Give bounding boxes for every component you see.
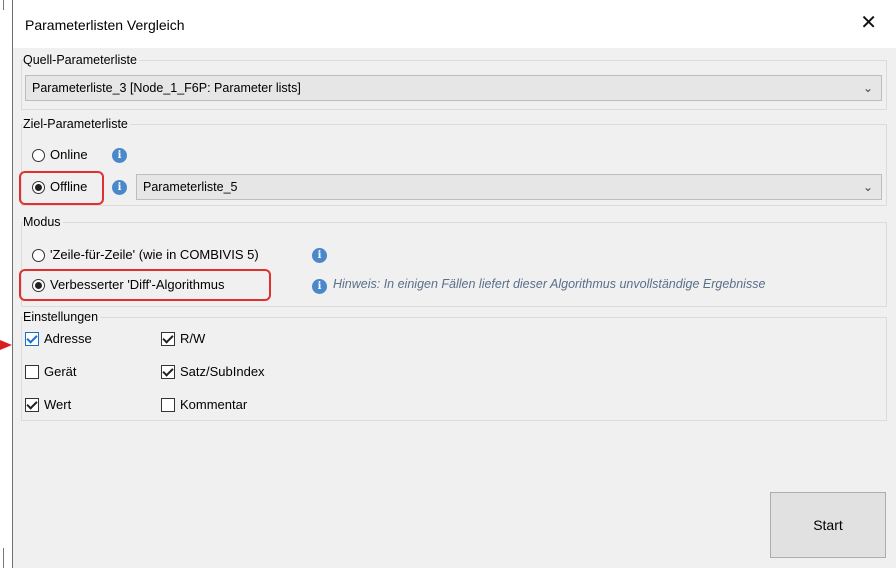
checkbox-rw-label[interactable]: R/W [180, 331, 205, 347]
title-bar: Parameterlisten Vergleich ✕ [13, 0, 896, 48]
info-icon[interactable]: i [112, 148, 127, 163]
info-icon[interactable]: i [312, 248, 327, 263]
line-by-line-label[interactable]: 'Zeile-für-Zeile' (wie in COMBIVIS 5) [50, 247, 259, 263]
start-button[interactable]: Start [770, 492, 886, 558]
chevron-down-icon: ⌄ [862, 81, 873, 95]
dialog-title: Parameterlisten Vergleich [25, 17, 185, 33]
online-radio[interactable] [32, 149, 45, 162]
chevron-down-icon: ⌄ [862, 180, 873, 194]
mode-group-label: Modus [23, 215, 63, 230]
checkbox-comment-label[interactable]: Kommentar [180, 397, 247, 413]
checkbox-comment[interactable] [161, 398, 175, 412]
checkbox-address-label[interactable]: Adresse [44, 331, 92, 347]
diff-radio[interactable] [32, 279, 45, 292]
diff-label[interactable]: Verbesserter 'Diff'-Algorithmus [50, 277, 225, 293]
online-label[interactable]: Online [50, 147, 88, 163]
checkbox-value-label[interactable]: Wert [44, 397, 71, 413]
compare-dialog: Parameterlisten Vergleich ✕ Quell-Parame… [12, 0, 896, 568]
checkbox-value[interactable] [25, 398, 39, 412]
left-edge-mark [3, 548, 4, 568]
checkbox-set-subindex[interactable] [161, 365, 175, 379]
mode-group: Modus 'Zeile-für-Zeile' (wie in COMBIVIS… [19, 215, 887, 307]
source-group: Quell-Parameterliste Parameterliste_3 [N… [21, 53, 887, 110]
close-icon[interactable]: ✕ [860, 12, 877, 34]
settings-group: Einstellungen Adresse Gerät Wert R/W Sat… [21, 310, 887, 421]
checkbox-address[interactable] [25, 332, 39, 346]
annotation-arrow-icon [0, 340, 12, 350]
info-icon[interactable]: i [112, 180, 127, 195]
checkbox-set-subindex-label[interactable]: Satz/SubIndex [180, 364, 265, 380]
source-group-label: Quell-Parameterliste [23, 53, 139, 68]
source-select-value: Parameterliste_3 [Node_1_F6P: Parameter … [32, 81, 301, 95]
offline-label[interactable]: Offline [50, 179, 87, 195]
line-by-line-radio[interactable] [32, 249, 45, 262]
checkbox-device-label[interactable]: Gerät [44, 364, 77, 380]
target-group: Ziel-Parameterliste Online i Offline i P… [19, 117, 887, 206]
settings-group-label: Einstellungen [23, 310, 101, 325]
source-select[interactable]: Parameterliste_3 [Node_1_F6P: Parameter … [25, 75, 882, 101]
checkbox-rw[interactable] [161, 332, 175, 346]
offline-radio[interactable] [32, 181, 45, 194]
target-select[interactable]: Parameterliste_5 ⌄ [136, 174, 882, 200]
target-group-label: Ziel-Parameterliste [23, 117, 130, 132]
info-icon: i [312, 279, 327, 294]
left-edge-mark [3, 0, 4, 10]
checkbox-device[interactable] [25, 365, 39, 379]
mode-hint-text: Hinweis: In einigen Fällen liefert diese… [333, 277, 766, 291]
target-select-value: Parameterliste_5 [143, 180, 238, 194]
